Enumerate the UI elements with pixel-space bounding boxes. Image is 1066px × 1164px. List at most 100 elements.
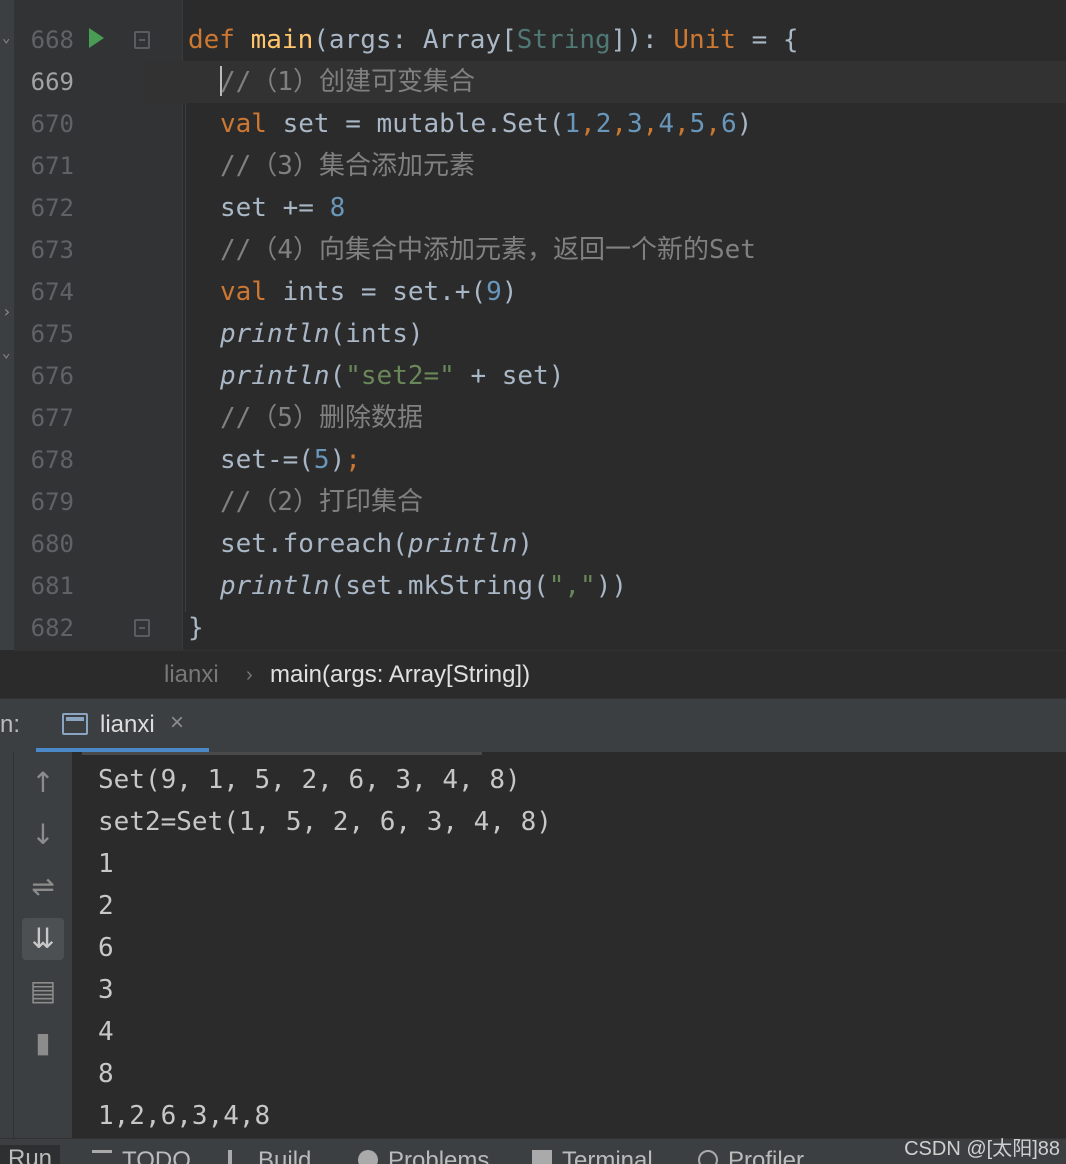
console-line: set2=Set(1, 5, 2, 6, 3, 4, 8)	[98, 807, 552, 837]
code-token: ;	[345, 445, 361, 475]
code-text: //（3）集合添加元素	[220, 145, 475, 187]
line-number: 682	[30, 614, 74, 642]
run-tool-window-header: n: lianxi ×	[0, 698, 1066, 753]
code-token: ]):	[610, 25, 674, 55]
code-token: println	[220, 319, 330, 349]
line-number: 673	[30, 236, 74, 264]
problems-label: Problems	[388, 1147, 490, 1164]
console-line: Set(9, 1, 5, 2, 6, 3, 4, 8)	[98, 765, 521, 795]
run-gutter-icon[interactable]	[89, 28, 104, 48]
code-text: set-=(5);	[220, 439, 361, 481]
arrow-up-icon[interactable]: ↑	[22, 762, 64, 804]
code-text: //（2）打印集合	[220, 481, 423, 523]
code-token: 8	[329, 193, 346, 223]
code-text: println("set2=" + set)	[220, 355, 564, 397]
code-token: 9	[486, 277, 502, 307]
problems-tool-tab[interactable]: Problems	[358, 1147, 489, 1164]
console-output[interactable]: Set(9, 1, 5, 2, 6, 3, 4, 8) set2=Set(1, 5…	[72, 752, 1066, 1138]
hammer-icon	[228, 1150, 248, 1164]
console-line: 6	[98, 933, 114, 963]
code-line[interactable]: 669 //（1）创建可变集合	[0, 61, 1066, 103]
code-token: (	[329, 361, 346, 391]
console-line: 1,2,6,3,4,8	[98, 1101, 271, 1131]
build-tool-tab[interactable]: Build	[228, 1147, 311, 1164]
code-token: ,	[611, 109, 628, 139]
code-token: (set.mkString(	[329, 571, 549, 601]
code-token: 5	[313, 445, 330, 475]
code-line[interactable]: 672 set += 8	[0, 187, 1066, 229]
todo-tool-tab[interactable]: TODO	[92, 1147, 191, 1164]
code-token: Unit	[673, 25, 736, 55]
code-token: println	[220, 361, 330, 391]
breadcrumb-object[interactable]: lianxi	[164, 651, 219, 699]
code-line[interactable]: 682}	[0, 607, 1066, 649]
text-caret	[220, 65, 222, 96]
code-token: ,	[673, 109, 690, 139]
code-token: (ints)	[329, 319, 424, 349]
code-line[interactable]: 670 val set = mutable.Set(1,2,3,4,5,6)	[0, 103, 1066, 145]
code-token: //（3）集合添加元素	[220, 151, 475, 181]
terminal-tool-tab[interactable]: Terminal	[532, 1147, 653, 1164]
terminal-label: Terminal	[562, 1147, 653, 1164]
code-token: ","	[548, 571, 596, 601]
code-token: set = mutable.Set(	[282, 109, 565, 139]
profiler-tool-tab[interactable]: Profiler	[698, 1147, 804, 1164]
code-line[interactable]: 671 //（3）集合添加元素	[0, 145, 1066, 187]
fold-toggle-icon[interactable]	[134, 31, 150, 49]
code-line[interactable]: 680 set.foreach(println)	[0, 523, 1066, 565]
code-line[interactable]: 677 //（5）删除数据	[0, 397, 1066, 439]
line-number: 674	[30, 278, 74, 306]
scroll-to-end-icon[interactable]: ⇊	[22, 918, 64, 960]
console-line: 2	[98, 891, 114, 921]
run-tool-tab[interactable]: Run	[0, 1145, 61, 1164]
console-line: 4	[98, 1017, 114, 1047]
code-line[interactable]: 668 def main(args: Array[String]): Unit =…	[0, 19, 1066, 61]
code-text: //（1）创建可变集合	[220, 61, 475, 103]
code-token: }	[188, 613, 204, 643]
breadcrumb-chevron-icon: ›	[246, 664, 253, 686]
code-line[interactable]: 679 //（2）打印集合	[0, 481, 1066, 523]
breadcrumb-method[interactable]: main(args: Array[String])	[270, 651, 530, 699]
code-line[interactable]: 673 //（4）向集合中添加元素，返回一个新的Set	[0, 229, 1066, 271]
code-line[interactable]: 678 set-=(5);	[0, 439, 1066, 481]
arrow-down-icon[interactable]: ↓	[22, 814, 64, 856]
line-number: 680	[30, 530, 74, 558]
console-line: 8	[98, 1059, 114, 1089]
code-token: val	[220, 277, 283, 307]
line-number: 668	[30, 26, 74, 54]
code-text: val set = mutable.Set(1,2,3,4,5,6)	[220, 103, 752, 145]
code-token: )	[517, 529, 534, 559]
code-line[interactable]: 676 println("set2=" + set)	[0, 355, 1066, 397]
line-number: 676	[30, 362, 74, 390]
code-token: //（2）打印集合	[220, 487, 423, 517]
code-text: set.foreach(println)	[220, 523, 533, 565]
code-line[interactable]: 675 println(ints)	[0, 313, 1066, 355]
code-text: println(set.mkString(","))	[220, 565, 627, 607]
code-line[interactable]: 674 val ints = set.+(9)	[0, 271, 1066, 313]
code-token: 6	[720, 109, 737, 139]
close-tab-icon[interactable]: ×	[170, 709, 184, 737]
code-token: String	[516, 25, 611, 55]
code-token: ,	[580, 109, 596, 139]
code-token: = {	[735, 25, 799, 55]
code-token: def	[188, 25, 251, 55]
gauge-icon	[698, 1150, 718, 1164]
code-token: 3	[627, 109, 643, 139]
code-token: set +=	[220, 193, 330, 223]
fold-toggle-icon[interactable]	[134, 619, 150, 637]
code-editor[interactable]: ⌄ › ⌄ 668 def main(args: Array[String]): …	[0, 0, 1066, 650]
print-icon[interactable]: ▤	[22, 970, 64, 1012]
soft-wrap-icon[interactable]: ⇌	[22, 866, 64, 908]
watermark: CSDN @[太阳]88	[904, 1138, 1060, 1160]
line-number: 679	[30, 488, 74, 516]
run-toolbar: ↑ ↓ ⇌ ⇊ ▤ ▮	[14, 752, 72, 1138]
console-icon	[62, 713, 88, 735]
code-line[interactable]: 681 println(set.mkString(","))	[0, 565, 1066, 607]
console-line: 3	[98, 975, 114, 1005]
code-token: set-=(	[220, 445, 314, 475]
trash-icon[interactable]: ▮	[22, 1022, 64, 1064]
run-config-tab[interactable]: lianxi ×	[36, 699, 209, 753]
code-text: set += 8	[220, 187, 345, 229]
code-token: val	[220, 109, 283, 139]
run-left-strip	[0, 752, 14, 1138]
